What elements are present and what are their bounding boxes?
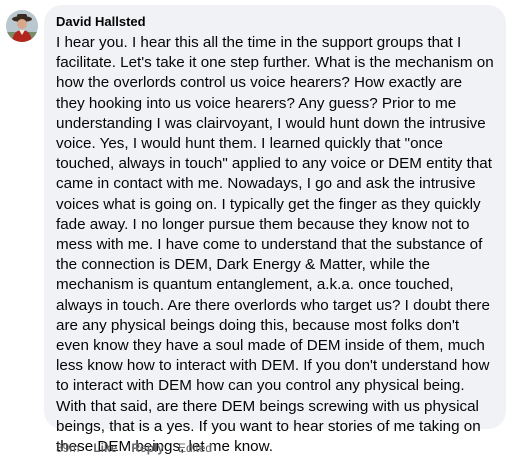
author-name[interactable]: David Hallsted <box>56 14 494 30</box>
comment-actions: 39m Like Reply Edited <box>56 440 212 456</box>
comment: David Hallsted I hear you. I hear this a… <box>0 0 516 459</box>
comment-timestamp[interactable]: 39m <box>56 441 79 455</box>
comment-bubble: David Hallsted I hear you. I hear this a… <box>44 5 506 455</box>
comment-text: I hear you. I hear this all the time in … <box>56 34 494 456</box>
reply-button[interactable]: Reply <box>131 441 164 455</box>
like-button[interactable]: Like <box>93 441 117 455</box>
author-avatar[interactable] <box>6 10 38 42</box>
edited-label[interactable]: Edited <box>178 441 212 455</box>
user-avatar-icon <box>6 10 38 42</box>
